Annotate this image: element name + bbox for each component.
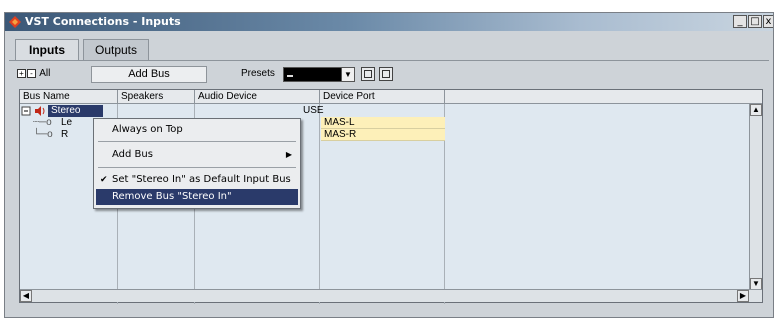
- column-bus-name[interactable]: Bus Name: [20, 90, 118, 104]
- expand-all-button[interactable]: +: [17, 68, 26, 78]
- submenu-arrow-icon: ▶: [285, 150, 292, 159]
- close-button[interactable]: x: [763, 15, 773, 28]
- menu-separator: [98, 167, 296, 168]
- store-preset-icon[interactable]: [361, 67, 375, 81]
- tab-outputs[interactable]: Outputs: [83, 39, 149, 60]
- menu-item-add-bus[interactable]: Add Bus ▶: [96, 147, 298, 163]
- menu-item-label: Always on Top: [112, 124, 183, 135]
- add-bus-button[interactable]: Add Bus: [91, 66, 207, 83]
- maximize-button[interactable]: □: [748, 15, 762, 28]
- menu-item-remove-bus[interactable]: Remove Bus "Stereo In": [96, 189, 298, 205]
- tab-divider: [9, 60, 769, 61]
- scroll-left-icon[interactable]: ◀: [20, 290, 32, 302]
- cubase-logo-icon: [9, 16, 21, 28]
- scroll-right-icon[interactable]: ▶: [737, 290, 749, 302]
- menu-separator: [98, 141, 296, 142]
- table-header: Bus Name Speakers Audio Device Device Po…: [20, 90, 762, 104]
- presets-label: Presets: [241, 68, 275, 79]
- device-port-cell[interactable]: MAS-L: [321, 117, 445, 129]
- menu-item-always-on-top[interactable]: Always on Top: [96, 122, 298, 138]
- title-bar[interactable]: VST Connections - Inputs _ □ x: [5, 13, 773, 31]
- chevron-down-icon[interactable]: ▼: [341, 68, 354, 81]
- tree-line-icon: ┈─o: [33, 117, 52, 128]
- tree-collapse-icon[interactable]: [21, 105, 31, 117]
- tree-line-icon: └─o: [33, 129, 53, 140]
- expand-collapse-all: + - All: [17, 68, 50, 79]
- scroll-up-icon[interactable]: ▲: [750, 104, 762, 116]
- remove-preset-icon[interactable]: [379, 67, 393, 81]
- menu-item-label: Add Bus: [112, 149, 153, 160]
- table-row[interactable]: Stereo USE: [20, 105, 762, 117]
- bus-name-cell[interactable]: Stereo: [48, 105, 103, 117]
- collapse-all-button[interactable]: -: [27, 68, 36, 78]
- channel-name-cell[interactable]: R: [58, 129, 88, 141]
- horizontal-scrollbar[interactable]: ◀ ▶: [20, 289, 762, 302]
- checkmark-icon: ✔: [100, 175, 108, 185]
- column-device-port[interactable]: Device Port: [320, 90, 445, 104]
- tab-inputs[interactable]: Inputs: [15, 39, 79, 61]
- minimize-button[interactable]: _: [733, 15, 747, 28]
- column-speakers[interactable]: Speakers: [118, 90, 195, 104]
- vertical-scrollbar[interactable]: ▲ ▼: [749, 104, 762, 290]
- column-audio-device[interactable]: Audio Device: [195, 90, 320, 104]
- context-menu: Always on Top Add Bus ▶ ✔ Set "Stereo In…: [93, 118, 301, 209]
- all-label: All: [39, 68, 51, 79]
- presets-current-value: [287, 75, 293, 77]
- menu-item-set-default-input[interactable]: ✔ Set "Stereo In" as Default Input Bus: [96, 172, 298, 188]
- menu-item-label: Remove Bus "Stereo In": [112, 191, 232, 202]
- menu-item-label: Set "Stereo In" as Default Input Bus: [112, 174, 291, 185]
- presets-dropdown[interactable]: ▼: [283, 67, 355, 82]
- audio-device-cell[interactable]: USE: [300, 105, 324, 117]
- speaker-icon: [33, 105, 47, 117]
- channel-name-cell[interactable]: Le: [58, 117, 88, 129]
- device-port-cell[interactable]: MAS-R: [321, 129, 445, 141]
- toolbar: + - All Add Bus Presets ▼: [5, 63, 773, 87]
- window-title: VST Connections - Inputs: [25, 15, 181, 28]
- vst-connections-window: VST Connections - Inputs _ □ x Inputs Ou…: [4, 12, 774, 318]
